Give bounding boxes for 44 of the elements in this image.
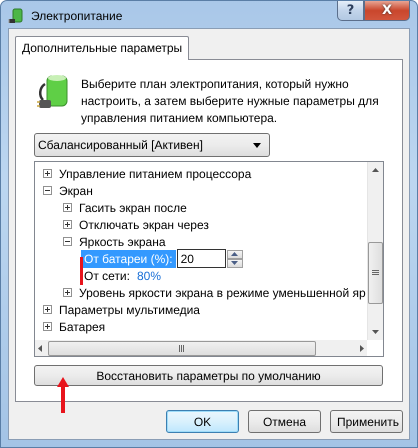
scroll-thumb[interactable] — [48, 340, 316, 356]
vertical-scrollbar[interactable] — [367, 162, 383, 340]
up-arrow-icon — [231, 252, 238, 256]
spin-down-button[interactable] — [226, 258, 243, 268]
plus-icon[interactable] — [43, 169, 52, 178]
tree-item[interactable]: Уровень яркости экрана в режиме уменьшенной яр — [79, 286, 366, 300]
plus-icon[interactable] — [43, 305, 52, 314]
value-field[interactable]: 20 — [176, 249, 226, 268]
tab[interactable]: Дополнительные параметры — [15, 36, 190, 60]
setting-value[interactable]: 80% — [136, 268, 162, 282]
scroll-thumb[interactable] — [368, 242, 383, 304]
close-button[interactable]: X — [364, 1, 410, 21]
dropdown-arrow-icon — [253, 142, 261, 148]
description-text: Выберите план электропитания, который нужно настроить, а затем выберите нужные параметры для управления питанием компьютера. — [81, 76, 380, 127]
window-title: Электропитание — [31, 9, 122, 23]
horizontal-scrollbar[interactable] — [35, 340, 367, 356]
scroll-down-icon[interactable] — [372, 330, 379, 334]
minus-icon[interactable] — [63, 237, 72, 246]
tree-item[interactable]: Батарея — [59, 320, 106, 334]
tree-item[interactable]: Параметры мультимедиа — [59, 302, 200, 316]
setting-label[interactable]: От сети: — [81, 266, 133, 284]
annotation-arrow — [57, 377, 69, 413]
tree-item[interactable]: Управление питанием процессора — [59, 166, 252, 180]
scroll-left-icon[interactable] — [38, 344, 42, 352]
dialog-button[interactable]: OK — [166, 410, 239, 433]
down-arrow-icon — [231, 261, 238, 265]
plus-icon[interactable] — [63, 203, 72, 212]
tree-item[interactable]: Экран — [59, 184, 93, 198]
tree-item[interactable]: Отключать экран через — [79, 218, 209, 232]
dialog-button[interactable]: Отмена — [248, 410, 321, 433]
minus-icon[interactable] — [43, 186, 52, 195]
scroll-up-icon[interactable] — [372, 168, 379, 172]
tree-item[interactable]: Яркость экрана — [79, 234, 166, 248]
plus-icon[interactable] — [63, 288, 72, 297]
tree-item[interactable]: Гасить экран после — [79, 200, 187, 214]
plus-icon[interactable] — [43, 322, 52, 331]
scroll-right-icon[interactable] — [360, 344, 364, 352]
annotation-line — [80, 257, 83, 285]
plan-dropdown[interactable]: Сбалансированный [Активен] — [34, 133, 270, 157]
help-button[interactable]: ? — [337, 1, 364, 21]
spin-up-button[interactable] — [226, 250, 243, 258]
plus-icon[interactable] — [63, 220, 72, 229]
dialog-button[interactable]: Применить — [330, 410, 403, 433]
restore-defaults-button[interactable]: Восстановить параметры по умолчанию — [34, 365, 383, 386]
